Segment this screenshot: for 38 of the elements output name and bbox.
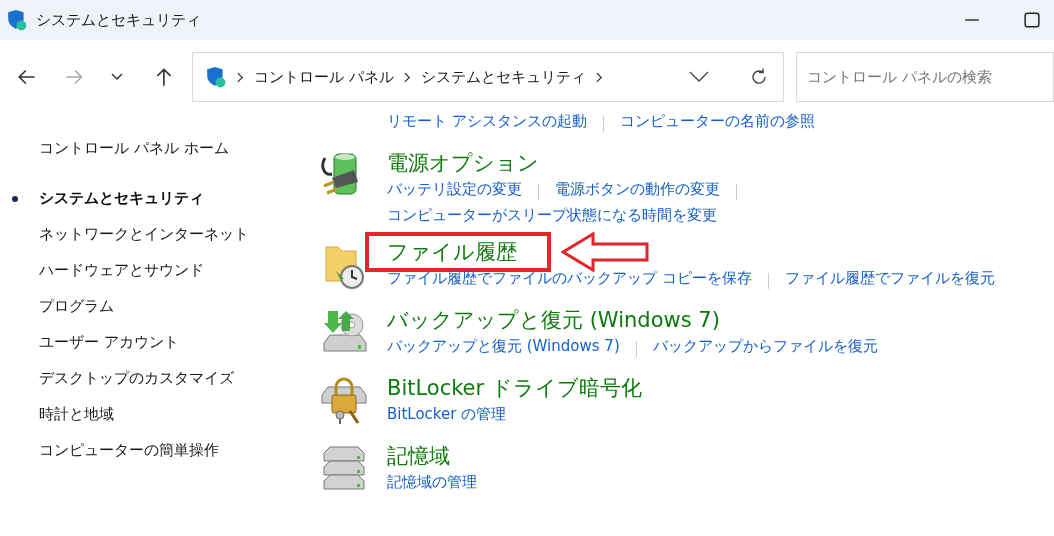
sidebar-item[interactable]: コントロール パネル ホーム — [0, 130, 300, 166]
task-link[interactable]: BitLocker の管理 — [387, 405, 507, 424]
section-title-link[interactable]: BitLocker ドライブ暗号化 — [387, 374, 642, 402]
chevron-right-icon[interactable] — [404, 71, 412, 83]
task-link[interactable]: 電源ボタンの動作の変更 — [555, 180, 720, 200]
sidebar-item[interactable]: ユーザー アカウント — [0, 324, 300, 360]
address-bar[interactable]: コントロール パネル システムとセキュリティ — [192, 52, 785, 102]
drives-stack-icon — [320, 445, 368, 493]
task-link[interactable]: ファイル履歴でファイルを復元 — [784, 269, 995, 289]
section-title-link[interactable]: 記憶域 — [387, 442, 450, 470]
task-link[interactable]: コンピューターの名前の参照 — [619, 112, 815, 132]
task-link[interactable]: バックアップと復元 (Windows 7) — [387, 337, 620, 357]
task-link[interactable]: バックアップからファイルを復元 — [652, 337, 878, 357]
shield-icon — [6, 9, 28, 31]
task-link[interactable]: リモート アシスタンスの起動 — [387, 112, 587, 132]
sidebar-item[interactable]: デスクトップのカスタマイズ — [0, 360, 300, 396]
sidebar-item[interactable]: ハードウェアとサウンド — [0, 252, 300, 288]
window-title: システムとセキュリティ — [36, 10, 201, 30]
shield-icon — [205, 66, 228, 88]
sidebar-item[interactable]: コンピューターの簡単操作 — [0, 432, 300, 468]
breadcrumb-item[interactable]: コントロール パネル — [254, 67, 395, 87]
chevron-down-icon[interactable] — [689, 71, 710, 83]
task-link[interactable]: コンピューターがスリープ状態になる時間を変更 — [387, 206, 717, 225]
maximize-icon[interactable] — [1024, 12, 1040, 28]
section-title-link[interactable]: 電源オプション — [387, 149, 539, 177]
lock-drive-icon — [320, 377, 368, 425]
sidebar-item[interactable]: システムとセキュリティ — [0, 180, 300, 216]
task-link[interactable]: バッテリ設定の変更 — [387, 180, 522, 200]
task-link[interactable]: 記憶域の管理 — [387, 473, 477, 492]
chevron-right-icon[interactable] — [596, 71, 604, 83]
sidebar-item[interactable]: ネットワークとインターネット — [0, 216, 300, 252]
chevron-right-icon[interactable] — [237, 71, 245, 83]
section-title-link[interactable]: バックアップと復元 (Windows 7) — [387, 306, 720, 334]
sidebar-item[interactable]: 時計と地域 — [0, 396, 300, 432]
search-field[interactable]: コントロール パネルの検索 — [796, 52, 1054, 102]
sidebar-item[interactable]: プログラム — [0, 288, 300, 324]
breadcrumb-item[interactable]: システムとセキュリティ — [421, 67, 587, 87]
task-link[interactable]: ファイル履歴でファイルのバックアップ コピーを保存 — [387, 269, 752, 289]
